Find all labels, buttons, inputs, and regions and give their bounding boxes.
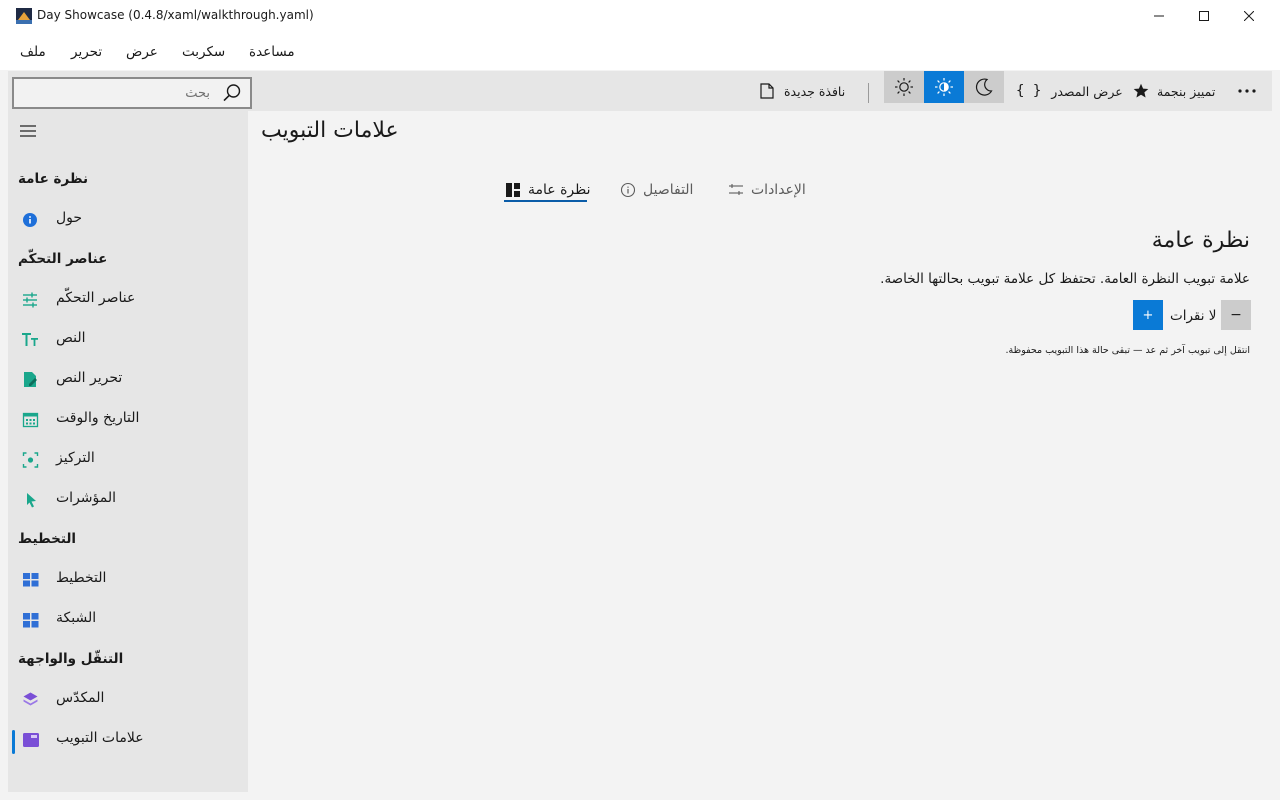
menu-file[interactable]: ملف	[20, 44, 46, 60]
star-button[interactable]: تمييز بنجمة	[1133, 71, 1215, 111]
pointer-icon	[27, 493, 36, 508]
page-title: علامات التبويب	[261, 118, 399, 143]
selected-indicator	[12, 730, 15, 754]
sidebar-item-label: التخطيط	[56, 570, 107, 586]
sidebar-item-grid[interactable]: الشبكة	[8, 600, 248, 640]
minimize-button[interactable]	[1136, 0, 1182, 32]
focus-icon	[22, 452, 39, 468]
toolbar: نافذة جديدة	[8, 71, 1272, 111]
search-icon[interactable]	[222, 83, 242, 103]
menu-edit[interactable]: تحرير	[71, 44, 102, 60]
sidebar-item-text[interactable]: النص	[8, 320, 248, 360]
menu-help[interactable]: مساعدة	[249, 44, 295, 60]
document-icon	[760, 83, 774, 99]
sidebar-item-date-time[interactable]: التاريخ والوقت	[8, 400, 248, 440]
search-box[interactable]	[12, 77, 252, 109]
auto-theme-button[interactable]	[924, 71, 964, 103]
section-description: علامة تبويب النظرة العامة. تحتفظ كل علام…	[880, 271, 1250, 287]
toolbar-separator	[868, 83, 869, 103]
sidebar-item-tabs[interactable]: علامات التبويب	[8, 720, 248, 760]
star-label: تمييز بنجمة	[1157, 83, 1216, 99]
stack-icon	[23, 692, 38, 706]
sidebar-item-label: المكدّس	[56, 690, 105, 706]
tab-label: نظرة عامة	[528, 182, 591, 198]
active-tab-underline	[504, 200, 587, 202]
sidebar-item-pointers[interactable]: المؤشرات	[8, 480, 248, 520]
maximize-icon	[1199, 11, 1209, 21]
sidebar-item-label: التركيز	[56, 450, 95, 466]
decrement-button[interactable]: −	[1221, 300, 1251, 330]
close-icon	[1244, 11, 1254, 21]
grid-icon	[23, 613, 39, 628]
calendar-icon	[22, 412, 39, 428]
new-window-label: نافذة جديدة	[784, 83, 846, 99]
nav-header-navigation: التنقّل والواجهة	[18, 651, 124, 667]
edit-document-icon	[24, 372, 37, 387]
hamburger-menu-icon[interactable]	[18, 121, 38, 141]
minimize-icon	[1154, 15, 1164, 17]
nav-header-controls: عناصر التحكّم	[18, 251, 108, 267]
menu-bar: ملف تحرير عرض سكربت مساعدة	[0, 32, 1280, 70]
menu-script[interactable]: سكربت	[182, 44, 225, 60]
tab-label: الإعدادات	[751, 182, 806, 198]
sidebar-item-layout[interactable]: التخطيط	[8, 560, 248, 600]
sliders-icon	[23, 292, 37, 308]
new-window-button[interactable]: نافذة جديدة	[760, 71, 845, 111]
menu-view[interactable]: عرض	[126, 44, 158, 60]
dark-theme-button[interactable]	[964, 71, 1004, 103]
sidebar-item-label: حول	[56, 210, 83, 226]
moon-icon	[975, 78, 993, 96]
star-icon	[1133, 83, 1149, 98]
title-bar: Day Showcase (0.4.8/xaml/walkthrough.yam…	[0, 0, 1280, 32]
maximize-button[interactable]	[1181, 0, 1227, 32]
nav-header-layout: التخطيط	[18, 531, 77, 547]
tab-settings[interactable]: الإعدادات	[728, 176, 806, 204]
close-button[interactable]	[1226, 0, 1272, 32]
tabs-icon	[23, 733, 39, 747]
sidebar-item-label: عناصر التحكّم	[56, 290, 136, 306]
sidebar-item-label: الشبكة	[56, 610, 97, 626]
light-theme-button[interactable]	[884, 71, 924, 103]
info-outline-icon	[620, 182, 636, 198]
nav-header-overview: نظرة عامة	[18, 171, 89, 187]
sidebar-item-focus[interactable]: التركيز	[8, 440, 248, 480]
increment-button[interactable]: +	[1133, 300, 1163, 330]
tab-details[interactable]: التفاصيل	[620, 176, 693, 204]
layout-icon	[23, 573, 39, 587]
sidebar-item-label: علامات التبويب	[56, 730, 144, 746]
sidebar-item-label: تحرير النص	[56, 370, 123, 386]
brightness-auto-icon	[935, 78, 953, 96]
tab-label: التفاصيل	[643, 182, 694, 198]
more-button[interactable]	[1238, 71, 1256, 111]
sidebar-item-text-edit[interactable]: تحرير النص	[8, 360, 248, 400]
view-source-label: عرض المصدر	[1051, 83, 1123, 99]
settings-sliders-icon	[729, 184, 743, 195]
sidebar: نظرة عامة حول عناصر التحكّم عناصر التحكّ…	[8, 111, 248, 792]
sidebar-item-stack[interactable]: المكدّس	[8, 680, 248, 720]
dashboard-icon	[506, 183, 520, 197]
click-count-label: لا نقرات	[1170, 308, 1217, 324]
sidebar-item-label: المؤشرات	[56, 490, 117, 506]
app-logo-icon	[16, 8, 32, 24]
window-title: Day Showcase (0.4.8/xaml/walkthrough.yam…	[37, 8, 314, 22]
sidebar-item-label: النص	[56, 330, 86, 346]
view-source-button[interactable]: { } عرض المصدر	[1016, 71, 1123, 111]
info-icon	[23, 213, 37, 227]
sun-icon	[895, 78, 913, 96]
section-title: نظرة عامة	[1151, 228, 1250, 253]
more-icon	[1238, 89, 1256, 93]
sidebar-item-controls[interactable]: عناصر التحكّم	[8, 280, 248, 320]
sidebar-item-label: التاريخ والوقت	[56, 410, 140, 426]
search-input[interactable]	[14, 79, 218, 107]
sidebar-item-about[interactable]: حول	[8, 200, 248, 240]
text-size-icon	[22, 333, 38, 346]
tab-state-hint: انتقل إلى تبويب آخر ثم عد — تبقى حالة هذ…	[1005, 345, 1250, 356]
code-braces-icon: { }	[1016, 83, 1042, 99]
